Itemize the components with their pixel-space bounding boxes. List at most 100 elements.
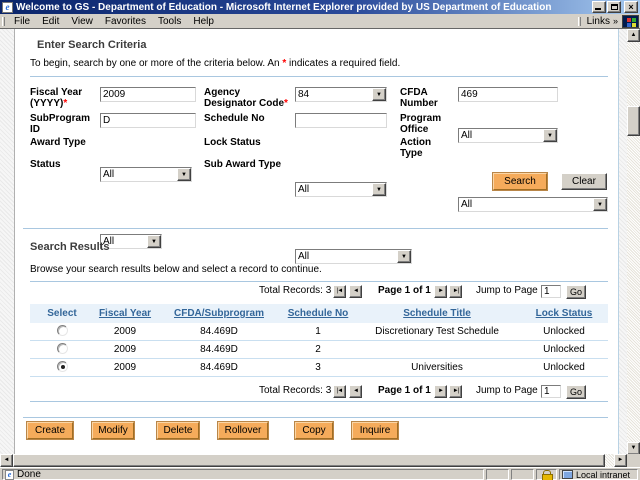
jump-to-page-input[interactable]: [541, 385, 561, 398]
previous-page-button[interactable]: ◄: [349, 285, 362, 298]
menu-view[interactable]: View: [65, 15, 99, 28]
next-page-button[interactable]: ►: [434, 385, 447, 398]
horizontal-scrollbar[interactable]: ◄ ►: [0, 454, 627, 467]
chevron-down-icon[interactable]: ▼: [372, 88, 386, 101]
menu-edit[interactable]: Edit: [36, 15, 65, 28]
agency-designator-code-select[interactable]: 84 ▼: [295, 87, 387, 102]
close-button[interactable]: ×: [624, 1, 638, 13]
modify-button[interactable]: Modify: [91, 421, 135, 440]
program-office-select[interactable]: All ▼: [458, 128, 558, 143]
award-type-select[interactable]: All ▼: [100, 167, 192, 182]
section-divider: [30, 401, 608, 402]
section-divider: [30, 76, 608, 77]
toolbar-grip[interactable]: [2, 16, 5, 26]
column-header-schedule-no[interactable]: Schedule No: [282, 304, 354, 323]
required-asterisk: *: [63, 98, 68, 109]
page-content: Enter Search Criteria To begin, search b…: [0, 28, 640, 455]
next-page-button[interactable]: ►: [434, 285, 447, 298]
go-button[interactable]: Go: [566, 285, 586, 299]
vertical-scrollbar[interactable]: ▲ ▼: [627, 29, 640, 455]
award-type-label: Award Type: [30, 137, 86, 148]
clear-button[interactable]: Clear: [561, 173, 607, 190]
search-criteria-instructions: To begin, search by one or more of the c…: [30, 58, 401, 69]
minimize-button[interactable]: [592, 1, 606, 13]
chevron-down-icon[interactable]: ▼: [372, 183, 386, 196]
sub-award-type-label: Sub Award Type: [204, 159, 282, 170]
links-chevron-icon[interactable]: »: [612, 16, 622, 26]
results-table: Select Fiscal Year CFDA/Subprogram Sched…: [30, 304, 608, 377]
lock-status-label: Lock Status: [204, 137, 261, 148]
status-text: Done: [17, 469, 41, 480]
links-toolbar-label[interactable]: Links: [584, 16, 612, 27]
rollover-button[interactable]: Rollover: [217, 421, 269, 440]
create-button[interactable]: Create: [26, 421, 74, 440]
schedule-no-input[interactable]: [295, 113, 387, 128]
previous-page-button[interactable]: ◄: [349, 385, 362, 398]
page-indicator: Page 1 of 1: [378, 385, 431, 396]
inquire-button[interactable]: Inquire: [351, 421, 399, 440]
last-page-button[interactable]: ►|: [449, 385, 462, 398]
page-right-margin: [618, 29, 627, 455]
status-pane: [511, 469, 534, 480]
menu-favorites[interactable]: Favorites: [99, 15, 152, 28]
first-page-button[interactable]: |◄: [333, 285, 346, 298]
copy-button[interactable]: Copy: [294, 421, 334, 440]
table-row: 2009 84.469D 1 Discretionary Test Schedu…: [30, 323, 608, 341]
chevron-down-icon[interactable]: ▼: [177, 168, 191, 181]
delete-button[interactable]: Delete: [156, 421, 200, 440]
web-page: Enter Search Criteria To begin, search b…: [15, 29, 618, 455]
horizontal-scrollbar-thumb[interactable]: [13, 454, 605, 467]
table-row: 2009 84.469D 3 Universities Unlocked: [30, 359, 608, 377]
menu-tools[interactable]: Tools: [152, 15, 187, 28]
first-page-button[interactable]: |◄: [333, 385, 346, 398]
cfda-number-input[interactable]: [458, 87, 558, 102]
intranet-zone-icon: [562, 470, 573, 479]
chevron-down-icon[interactable]: ▼: [397, 250, 411, 263]
go-button[interactable]: Go: [566, 385, 586, 399]
scrollbar-corner: [627, 454, 640, 467]
fiscal-year-input[interactable]: [100, 87, 196, 102]
last-page-button[interactable]: ►|: [449, 285, 462, 298]
menu-help[interactable]: Help: [187, 15, 220, 28]
row-select-radio[interactable]: [56, 360, 68, 372]
ie-page-icon: e: [5, 469, 14, 480]
row-select-radio[interactable]: [56, 342, 68, 354]
status-pane: [486, 469, 509, 480]
lock-icon: [542, 470, 553, 480]
column-header-schedule-title[interactable]: Schedule Title: [354, 304, 520, 323]
column-header-lock-status[interactable]: Lock Status: [520, 304, 608, 323]
section-divider: [23, 417, 608, 418]
sub-award-type-select[interactable]: All ▼: [295, 249, 412, 264]
chevron-down-icon[interactable]: ▼: [593, 198, 607, 211]
column-header-cfda-subprogram[interactable]: CFDA/Subprogram: [156, 304, 282, 323]
chevron-down-icon[interactable]: ▼: [147, 235, 161, 248]
security-pane: [536, 469, 557, 480]
restore-icon: [611, 4, 618, 10]
window-title: Welcome to GS - Department of Education …: [16, 1, 552, 13]
row-select-radio[interactable]: [56, 324, 68, 336]
scroll-left-icon[interactable]: ◄: [0, 454, 13, 467]
search-button[interactable]: Search: [492, 172, 548, 191]
pagination-bar-bottom: Total Records: 3 |◄ ◄ Page 1 of 1 ► ►| J…: [15, 384, 618, 400]
scroll-up-icon[interactable]: ▲: [627, 29, 640, 42]
zone-text: Local intranet: [576, 469, 631, 480]
lock-status-select[interactable]: All ▼: [295, 182, 387, 197]
restore-button[interactable]: [607, 1, 621, 13]
jump-to-page-input[interactable]: [541, 285, 561, 298]
title-bar: e Welcome to GS - Department of Educatio…: [0, 0, 640, 14]
vertical-scrollbar-thumb[interactable]: [627, 106, 640, 136]
menu-bar: File Edit View Favorites Tools Help Link…: [0, 14, 640, 28]
search-criteria-heading: Enter Search Criteria: [37, 39, 147, 51]
section-divider: [23, 228, 608, 229]
chevron-down-icon[interactable]: ▼: [543, 129, 557, 142]
column-header-fiscal-year[interactable]: Fiscal Year: [94, 304, 156, 323]
scroll-right-icon[interactable]: ►: [614, 454, 627, 467]
action-type-select[interactable]: All ▼: [458, 197, 608, 212]
status-pane: e Done: [2, 469, 484, 480]
subprogram-id-input[interactable]: [100, 113, 196, 128]
agency-designator-code-label: Agency Designator Code*: [204, 87, 288, 109]
zone-pane: Local intranet: [559, 469, 638, 480]
subprogram-id-label: SubProgram ID: [30, 113, 91, 135]
links-toolbar-grip[interactable]: [577, 16, 581, 26]
menu-file[interactable]: File: [8, 15, 36, 28]
